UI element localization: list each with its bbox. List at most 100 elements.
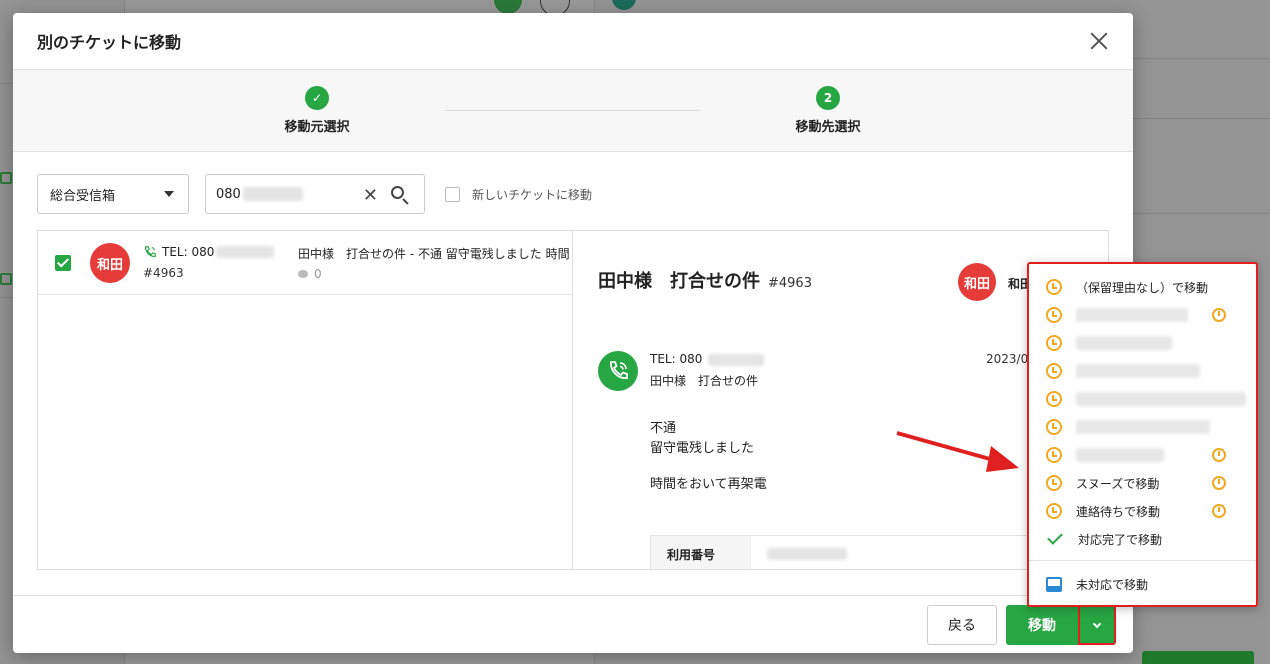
clock-icon bbox=[1046, 363, 1062, 379]
caret-down-icon bbox=[164, 191, 174, 197]
menu-item-reason[interactable] bbox=[1029, 301, 1256, 329]
row-tel-text: TEL: 080 bbox=[162, 245, 215, 259]
menu-item-snooze[interactable]: スヌーズで移動 bbox=[1029, 469, 1256, 497]
bg-divider bbox=[1133, 118, 1270, 119]
clock-icon bbox=[1046, 391, 1062, 407]
bg-divider bbox=[1133, 58, 1270, 59]
menu-item-reason[interactable] bbox=[1029, 357, 1256, 385]
alarm-icon bbox=[1212, 448, 1226, 462]
clock-icon bbox=[1046, 335, 1062, 351]
clear-icon[interactable]: ✕ bbox=[363, 185, 378, 206]
clock-icon bbox=[1046, 503, 1062, 519]
row-tel: TEL: 080 bbox=[143, 245, 275, 259]
menu-item-no-reason[interactable]: （保留理由なし）で移動 bbox=[1029, 273, 1256, 301]
annotation-arrow bbox=[896, 431, 1019, 472]
menu-item-reason[interactable] bbox=[1029, 329, 1256, 357]
info-value bbox=[751, 536, 863, 569]
inbox-select[interactable]: 総合受信箱 bbox=[37, 174, 189, 214]
check-icon bbox=[1047, 529, 1063, 545]
clock-icon bbox=[1046, 475, 1062, 491]
menu-item-resolved[interactable]: 対応完了で移動 bbox=[1029, 525, 1256, 553]
step-source: ✓ 移動元選択 bbox=[207, 86, 427, 135]
stepper-connector bbox=[445, 110, 701, 111]
bg-divider bbox=[1133, 213, 1270, 214]
comment-icon bbox=[298, 270, 308, 278]
move-options-menu: （保留理由なし）で移動 スヌーズで移動 連絡待ちで移動 対応完了で移動 未対応で… bbox=[1027, 262, 1258, 607]
redacted-text bbox=[1076, 364, 1200, 378]
detail-title: 田中様 打合せの件 #4963 bbox=[598, 267, 812, 293]
search-value: 080 bbox=[216, 186, 241, 202]
message-line: 留守電残しました bbox=[650, 441, 755, 456]
ticket-panel: 和田 TEL: 080 #4963 田中様 打合せの件 - 不通 留守電残しまし… bbox=[37, 230, 1109, 570]
search-icon[interactable] bbox=[390, 185, 410, 205]
dialog-header: 別のチケットに移動 bbox=[13, 13, 1133, 70]
info-label: 利用番号 bbox=[651, 536, 751, 569]
alarm-icon bbox=[1212, 504, 1226, 518]
chevron-down-icon bbox=[1092, 619, 1102, 628]
row-comments: 0 bbox=[298, 267, 322, 281]
menu-item-awaiting-contact[interactable]: 連絡待ちで移動 bbox=[1029, 497, 1256, 525]
alarm-icon bbox=[1212, 308, 1226, 322]
phone-call-icon bbox=[598, 351, 638, 391]
avatar: 和田 bbox=[90, 243, 130, 283]
row-comment-count: 0 bbox=[314, 267, 322, 281]
message-body: 不通 留守電残しました 時間をおいて再架電 bbox=[650, 419, 767, 495]
check-icon: ✓ bbox=[305, 86, 329, 110]
dialog-title: 別のチケットに移動 bbox=[37, 33, 182, 52]
menu-item-label: 未対応で移動 bbox=[1076, 577, 1149, 592]
close-icon[interactable] bbox=[1087, 29, 1111, 53]
search-input[interactable]: 080 ✕ bbox=[205, 174, 425, 214]
clock-icon bbox=[1046, 447, 1062, 463]
row-subject: 田中様 打合せの件 - 不通 留守電残しました 時間 bbox=[298, 247, 570, 261]
back-button[interactable]: 戻る bbox=[927, 605, 997, 645]
redacted-text bbox=[216, 246, 275, 258]
clock-icon bbox=[1046, 419, 1062, 435]
menu-item-reason[interactable] bbox=[1029, 413, 1256, 441]
message-tel-text: TEL: 080 bbox=[650, 352, 703, 366]
ticket-list: 和田 TEL: 080 #4963 田中様 打合せの件 - 不通 留守電残しまし… bbox=[38, 231, 573, 569]
menu-item-label: スヌーズで移動 bbox=[1076, 476, 1160, 491]
alarm-icon bbox=[1212, 476, 1226, 490]
step-label: 移動元選択 bbox=[284, 120, 350, 135]
dialog-footer: 戻る 移動 bbox=[13, 595, 1133, 653]
inbox-select-value: 総合受信箱 bbox=[50, 188, 116, 204]
detail-ticket-id: #4963 bbox=[768, 276, 812, 291]
message-line: 時間をおいて再架電 bbox=[650, 477, 767, 492]
detail-title-text: 田中様 打合せの件 bbox=[598, 271, 760, 292]
redacted-text bbox=[767, 547, 847, 560]
phone-icon bbox=[145, 246, 156, 257]
message-line: 不通 bbox=[650, 421, 677, 436]
bg-button bbox=[1142, 651, 1254, 664]
menu-item-reason[interactable] bbox=[1029, 441, 1256, 469]
step-number: 2 bbox=[816, 86, 840, 110]
move-ticket-dialog: 別のチケットに移動 ✓ 移動元選択 2 移動先選択 総合受信箱 080 ✕ 新し… bbox=[13, 13, 1133, 653]
step-destination: 2 移動先選択 bbox=[718, 86, 938, 135]
move-options-button[interactable] bbox=[1078, 605, 1116, 645]
stepper: ✓ 移動元選択 2 移動先選択 bbox=[13, 70, 1133, 152]
new-ticket-checkbox-label: 新しいチケットに移動 bbox=[472, 187, 593, 202]
inbox-icon bbox=[1046, 576, 1062, 592]
redacted-text bbox=[1076, 392, 1246, 406]
table-row[interactable]: 和田 TEL: 080 #4963 田中様 打合せの件 - 不通 留守電残しまし… bbox=[38, 231, 572, 295]
redacted-text bbox=[242, 187, 303, 201]
row-checkbox[interactable] bbox=[55, 255, 71, 271]
avatar: 和田 bbox=[958, 263, 996, 301]
menu-item-label: 連絡待ちで移動 bbox=[1076, 504, 1161, 519]
menu-item-unhandled[interactable]: 未対応で移動 bbox=[1029, 570, 1256, 598]
clock-icon bbox=[1046, 279, 1062, 295]
new-ticket-checkbox[interactable]: 新しいチケットに移動 bbox=[445, 186, 592, 203]
menu-item-label: （保留理由なし）で移動 bbox=[1076, 280, 1209, 295]
menu-item-reason[interactable] bbox=[1029, 385, 1256, 413]
clock-icon bbox=[1046, 307, 1062, 323]
redacted-text bbox=[1076, 336, 1172, 350]
bg-chat-icon bbox=[0, 172, 12, 184]
row-ticket-id: #4963 bbox=[143, 266, 184, 280]
redacted-text bbox=[708, 353, 765, 366]
move-button[interactable]: 移動 bbox=[1006, 605, 1078, 645]
step-label: 移動先選択 bbox=[795, 120, 861, 135]
redacted-text bbox=[1076, 308, 1188, 322]
message-subject: 田中様 打合せの件 bbox=[650, 374, 759, 388]
filter-row: 総合受信箱 080 ✕ 新しいチケットに移動 bbox=[37, 174, 592, 214]
checkbox[interactable] bbox=[445, 186, 460, 202]
message-tel: TEL: 080 bbox=[650, 352, 765, 366]
